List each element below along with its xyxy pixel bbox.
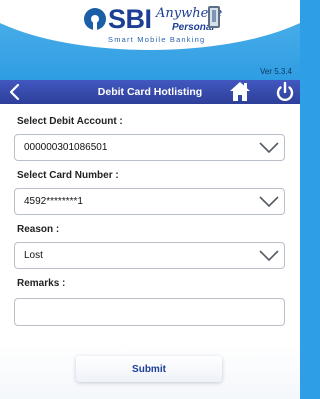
reason-value: Lost bbox=[24, 250, 43, 261]
header-banner: SBI Anywhere Personal Smart Mobile Banki… bbox=[0, 0, 300, 80]
card-number-label: Select Card Number : bbox=[17, 170, 119, 181]
card-number-select[interactable]: 4592********1 bbox=[14, 188, 285, 215]
title-bar: Debit Card Hotlisting bbox=[0, 80, 300, 104]
card-number-value: 4592********1 bbox=[24, 196, 83, 207]
remarks-input[interactable] bbox=[14, 298, 285, 326]
logo-tagline: Smart Mobile Banking bbox=[108, 35, 206, 44]
home-button[interactable] bbox=[228, 80, 252, 104]
power-icon bbox=[276, 81, 294, 102]
debit-account-select[interactable]: 000000301086501 bbox=[14, 134, 285, 161]
debit-account-value: 000000301086501 bbox=[24, 142, 108, 153]
home-icon bbox=[230, 82, 250, 101]
app-version: Ver 5.3.4 bbox=[259, 67, 292, 76]
remarks-label: Remarks : bbox=[17, 278, 66, 289]
app-screen: SBI Anywhere Personal Smart Mobile Banki… bbox=[0, 0, 300, 399]
form-panel: Select Debit Account : 000000301086501 S… bbox=[0, 104, 300, 399]
debit-account-label: Select Debit Account : bbox=[17, 116, 123, 127]
chevron-down-icon bbox=[259, 250, 279, 262]
mobile-phone-icon bbox=[208, 6, 220, 28]
reason-label: Reason : bbox=[17, 224, 60, 235]
chevron-down-icon bbox=[259, 142, 279, 154]
submit-button[interactable]: Submit bbox=[76, 356, 222, 382]
sbi-keyhole-icon bbox=[84, 8, 106, 30]
sbi-anywhere-logo: SBI Anywhere Personal Smart Mobile Banki… bbox=[84, 4, 224, 46]
reason-select[interactable]: Lost bbox=[14, 242, 285, 269]
chevron-down-icon bbox=[259, 196, 279, 208]
page-title: Debit Card Hotlisting bbox=[97, 86, 203, 98]
logo-sbi-text: SBI bbox=[108, 4, 152, 34]
logout-button[interactable] bbox=[274, 80, 296, 104]
